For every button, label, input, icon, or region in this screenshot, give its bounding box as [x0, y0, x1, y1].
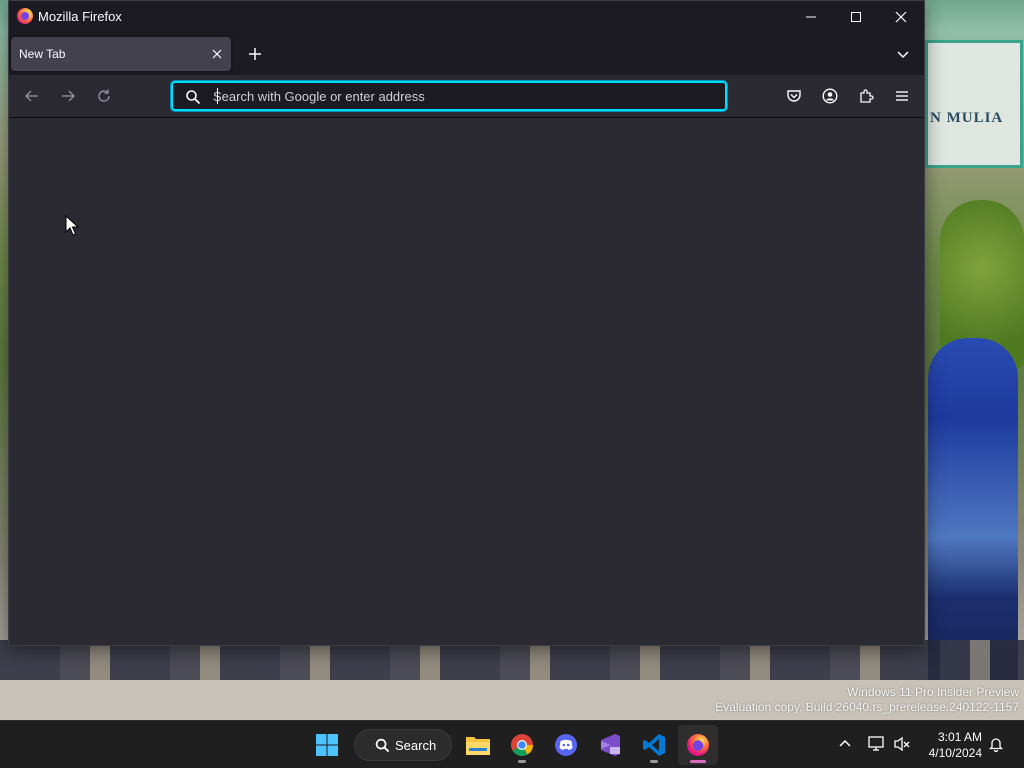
pocket-icon [787, 90, 801, 102]
folder-icon [466, 737, 490, 755]
pocket-button[interactable] [779, 82, 809, 110]
maximize-icon [851, 12, 861, 22]
minimize-button[interactable] [788, 1, 834, 33]
navigation-toolbar [9, 75, 924, 118]
search-icon [375, 738, 390, 752]
title-bar[interactable]: Mozilla Firefox [9, 1, 924, 33]
app-menu-button[interactable] [887, 82, 917, 110]
clock-time: 3:01 AM [937, 730, 982, 744]
running-indicator [650, 760, 658, 763]
visual-studio-button[interactable] [590, 725, 630, 765]
watermark-build: Evaluation copy. Build 26040.rs_prerelea… [715, 700, 1019, 714]
clock-date: 4/10/2024 [928, 746, 982, 760]
start-button[interactable] [307, 725, 347, 765]
reload-icon [98, 89, 110, 102]
taskbar: Search 3:01 AM 4/10/2024 [0, 720, 1024, 768]
tab-close-button[interactable] [209, 46, 225, 62]
url-input[interactable] [213, 87, 713, 105]
list-all-tabs-button[interactable] [890, 41, 916, 67]
firefox-taskbar-button[interactable] [678, 725, 718, 765]
speaker-muted-icon [894, 736, 910, 752]
account-button[interactable] [815, 82, 845, 110]
system-clock[interactable]: 3:01 AM 4/10/2024 [929, 729, 982, 761]
taskbar-search-label: Search [395, 737, 437, 753]
watermark-edition: Windows 11 Pro Insider Preview [847, 685, 1019, 699]
wallpaper-sign-text: N MULIA [930, 110, 1004, 126]
chevron-up-icon [839, 739, 851, 747]
chrome-icon [511, 734, 533, 756]
search-icon [186, 90, 201, 105]
address-bar[interactable] [170, 80, 728, 112]
windows-watermark: Windows 11 Pro Insider Preview Evaluatio… [715, 685, 1019, 715]
extensions-button[interactable] [851, 82, 881, 110]
active-indicator [690, 760, 706, 763]
visual-studio-icon [601, 734, 620, 756]
back-button[interactable] [17, 82, 47, 110]
show-hidden-icons-button[interactable] [832, 731, 858, 757]
windows-logo-icon [316, 734, 338, 756]
wallpaper-crowd [0, 640, 1024, 680]
firefox-logo-icon [17, 8, 33, 24]
extensions-icon [860, 89, 874, 103]
forward-arrow-icon [62, 90, 75, 102]
volume-muted-button[interactable] [889, 731, 915, 757]
firefox-window: Mozilla Firefox New Tab [8, 0, 925, 646]
forward-button[interactable] [53, 82, 83, 110]
plus-icon [249, 48, 261, 60]
vscode-icon [643, 734, 665, 756]
tab-new-tab[interactable]: New Tab [11, 37, 231, 71]
wallpaper-signboard [925, 40, 1023, 168]
network-status-button[interactable] [864, 731, 890, 757]
reload-button[interactable] [89, 82, 119, 110]
new-tab-button[interactable] [242, 41, 268, 67]
bell-icon [988, 738, 1004, 752]
discord-icon [555, 734, 577, 756]
back-arrow-icon [25, 90, 38, 102]
close-icon [212, 49, 222, 59]
tab-strip: New Tab [9, 33, 924, 75]
running-indicator [518, 760, 526, 763]
account-icon [822, 88, 838, 104]
tab-label: New Tab [19, 47, 66, 61]
firefox-icon [687, 734, 709, 756]
chrome-button[interactable] [502, 725, 542, 765]
close-window-button[interactable] [878, 1, 924, 33]
discord-button[interactable] [546, 725, 586, 765]
wallpaper-person [928, 338, 1018, 688]
vscode-button[interactable] [634, 725, 674, 765]
close-icon [895, 11, 907, 23]
page-content[interactable] [9, 118, 924, 645]
file-explorer-button[interactable] [458, 725, 498, 765]
maximize-button[interactable] [833, 1, 879, 33]
minimize-icon [806, 16, 816, 18]
window-title: Mozilla Firefox [38, 9, 122, 24]
taskbar-search-box[interactable]: Search [354, 729, 452, 761]
network-icon [868, 736, 884, 751]
notifications-button[interactable] [983, 731, 1009, 757]
menu-icon [896, 91, 908, 101]
text-caret [217, 88, 218, 104]
mouse-cursor-icon [65, 215, 79, 236]
chevron-down-icon [897, 51, 909, 59]
